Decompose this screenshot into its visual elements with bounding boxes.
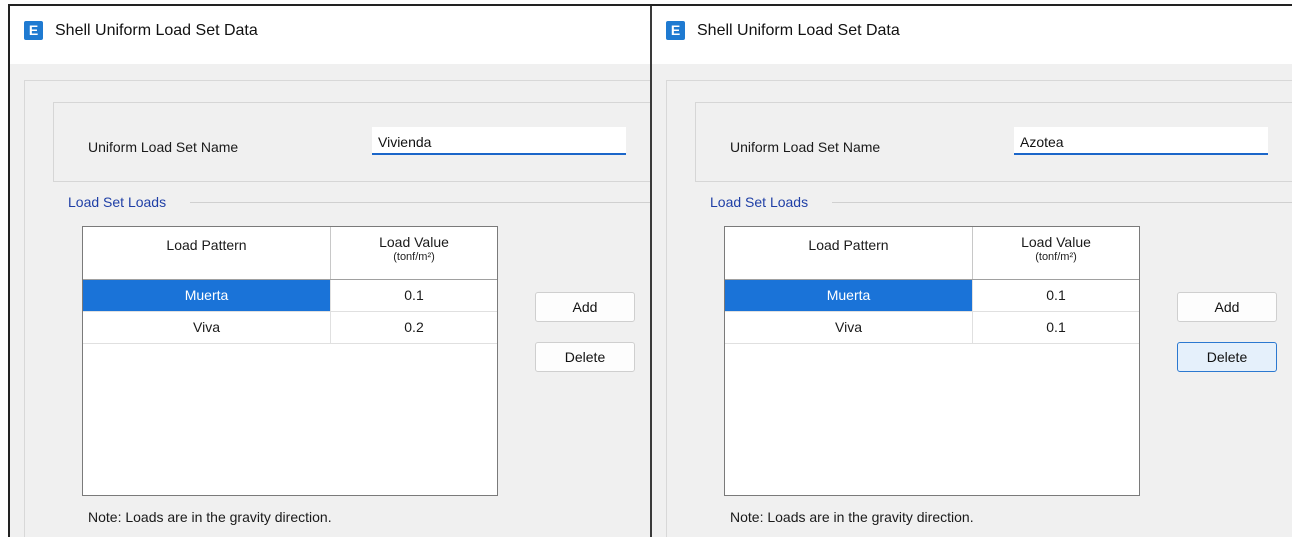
- header-unit: (tonf/m²): [393, 251, 435, 263]
- table-row[interactable]: Muerta 0.1: [83, 280, 497, 312]
- dialog-title: Shell Uniform Load Set Data: [55, 22, 258, 39]
- cell-load-value[interactable]: 0.2: [331, 312, 497, 343]
- group-divider: [832, 202, 1292, 203]
- grid-header: Load Pattern Load Value (tonf/m²): [83, 227, 497, 280]
- load-grid[interactable]: Load Pattern Load Value (tonf/m²) Muerta…: [724, 226, 1140, 496]
- header-load-value-label: Load Value: [379, 234, 449, 250]
- name-group: Uniform Load Set Name: [53, 102, 650, 182]
- grid-header: Load Pattern Load Value (tonf/m²): [725, 227, 1139, 280]
- gravity-note: Note: Loads are in the gravity direction…: [88, 509, 332, 525]
- dialog-azotea: E Shell Uniform Load Set Data Uniform Lo…: [652, 6, 1292, 537]
- cell-load-value[interactable]: 0.1: [973, 312, 1139, 343]
- title-bar: E Shell Uniform Load Set Data: [10, 6, 650, 64]
- load-set-name-label: Uniform Load Set Name: [730, 139, 881, 155]
- header-unit: (tonf/m²): [1035, 251, 1077, 263]
- cell-load-pattern[interactable]: Viva: [83, 312, 331, 343]
- etabs-app-icon: E: [24, 21, 43, 40]
- name-group: Uniform Load Set Name: [695, 102, 1292, 182]
- table-row[interactable]: Viva 0.2: [83, 312, 497, 344]
- cell-load-value[interactable]: 0.1: [973, 280, 1139, 311]
- cell-load-pattern[interactable]: Viva: [725, 312, 973, 343]
- screenshot-frame: E Shell Uniform Load Set Data Uniform Lo…: [8, 4, 1292, 537]
- load-set-name-input[interactable]: [1014, 127, 1268, 155]
- header-load-value-label: Load Value: [1021, 234, 1091, 250]
- load-set-loads-label: Load Set Loads: [708, 194, 811, 210]
- load-set-name-label: Uniform Load Set Name: [88, 139, 239, 155]
- gravity-note: Note: Loads are in the gravity direction…: [730, 509, 974, 525]
- cell-load-pattern[interactable]: Muerta: [725, 280, 973, 311]
- table-row[interactable]: Muerta 0.1: [725, 280, 1139, 312]
- delete-button[interactable]: Delete: [1177, 342, 1277, 372]
- delete-button[interactable]: Delete: [535, 342, 635, 372]
- header-load-value[interactable]: Load Value (tonf/m²): [973, 227, 1139, 279]
- dialog-vivienda: E Shell Uniform Load Set Data Uniform Lo…: [10, 6, 650, 537]
- load-set-name-input[interactable]: [372, 127, 626, 155]
- add-button[interactable]: Add: [535, 292, 635, 322]
- header-load-pattern[interactable]: Load Pattern: [83, 227, 331, 279]
- header-load-value[interactable]: Load Value (tonf/m²): [331, 227, 497, 279]
- title-bar: E Shell Uniform Load Set Data: [652, 6, 1292, 64]
- load-grid[interactable]: Load Pattern Load Value (tonf/m²) Muerta…: [82, 226, 498, 496]
- cell-load-pattern[interactable]: Muerta: [83, 280, 331, 311]
- header-load-pattern[interactable]: Load Pattern: [725, 227, 973, 279]
- add-button[interactable]: Add: [1177, 292, 1277, 322]
- group-divider: [190, 202, 650, 203]
- cell-load-value[interactable]: 0.1: [331, 280, 497, 311]
- dialog-title: Shell Uniform Load Set Data: [697, 22, 900, 39]
- load-set-loads-label: Load Set Loads: [66, 194, 169, 210]
- etabs-app-icon: E: [666, 21, 685, 40]
- table-row[interactable]: Viva 0.1: [725, 312, 1139, 344]
